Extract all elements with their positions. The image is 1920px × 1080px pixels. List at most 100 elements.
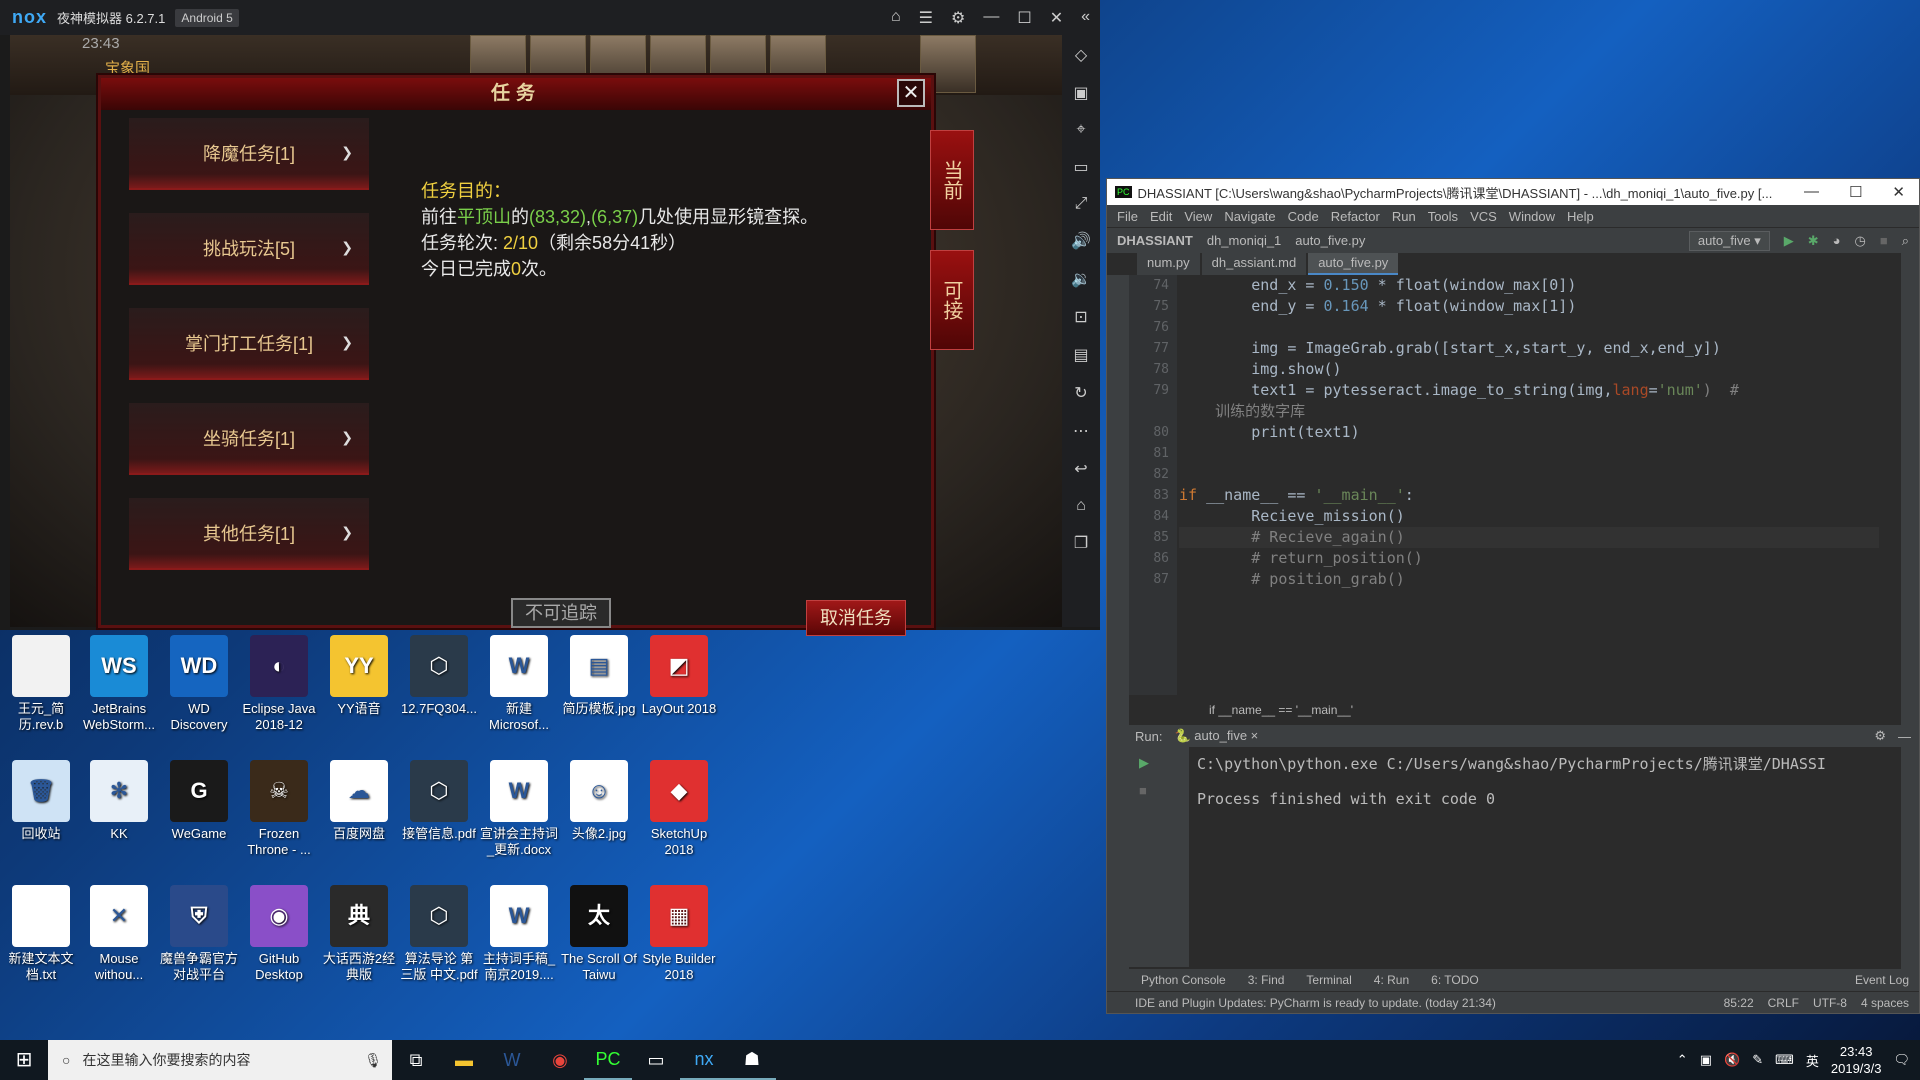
current-tasks-tab[interactable]: 当前 <box>930 130 974 230</box>
stop-run-icon[interactable]: ■ <box>1129 779 1189 802</box>
apk-icon[interactable]: ▤ <box>1073 345 1088 365</box>
status-message[interactable]: IDE and Plugin Updates: PyCharm is ready… <box>1135 996 1496 1010</box>
network-icon[interactable]: ▣ <box>1700 1052 1712 1068</box>
desktop-icon[interactable]: ☁ 百度网盘 <box>320 760 398 842</box>
desktop-icon[interactable]: ▤ 简历模板.jpg <box>560 635 638 717</box>
file-explorer-icon[interactable]: ▬ <box>440 1040 488 1080</box>
tab-sect-work[interactable]: 掌门打工任务[1] ❯ <box>129 308 369 380</box>
game-taskbar-icon[interactable]: ☗ <box>728 1040 776 1080</box>
desktop-icon[interactable]: ✕ Mouse withou... <box>80 885 158 983</box>
clock[interactable]: 23:43 2019/3/3 <box>1831 1043 1882 1077</box>
run-tab[interactable]: 🐍 auto_five × <box>1174 728 1258 744</box>
nav-folder[interactable]: dh_moniqi_1 <box>1207 233 1281 248</box>
game-screen[interactable]: 23:43 宝象国 任务 ✕ 降魔任务[1] ❯ 挑战玩法[5] ❯ 掌门打工任务[… <box>10 35 1062 636</box>
desktop-icon[interactable]: ◆ SketchUp 2018 <box>640 760 718 858</box>
folder-icon[interactable]: ▭ <box>632 1040 680 1080</box>
find-tab[interactable]: 3: Find <box>1248 973 1285 987</box>
back-icon[interactable]: ↩ <box>1074 459 1087 479</box>
event-log[interactable]: Event Log <box>1855 973 1919 987</box>
tab-dh-assiant-md[interactable]: dh_assiant.md <box>1201 253 1307 275</box>
menu-edit[interactable]: Edit <box>1150 209 1172 224</box>
nox-taskbar-icon[interactable]: nx <box>680 1040 728 1080</box>
tab-demon-task[interactable]: 降魔任务[1] ❯ <box>129 118 369 190</box>
menu-file[interactable]: File <box>1117 209 1138 224</box>
recent-apps-icon[interactable]: ❐ <box>1074 533 1088 553</box>
menu-icon[interactable]: ☰ <box>919 8 933 28</box>
more-icon[interactable]: ⋯ <box>1073 421 1089 441</box>
desktop-icon[interactable]: WD WD Discovery <box>160 635 238 733</box>
chevron-up-icon[interactable]: ⌃ <box>1677 1052 1688 1068</box>
rotate-icon[interactable]: ↻ <box>1074 383 1087 403</box>
keyboard-icon[interactable]: ◇ <box>1075 45 1087 65</box>
line-separator[interactable]: CRLF <box>1768 996 1799 1010</box>
task-view-icon[interactable]: ⧉ <box>392 1040 440 1080</box>
terminal-tab[interactable]: Terminal <box>1306 973 1351 987</box>
desktop-icon[interactable]: ☺ 头像2.jpg <box>560 760 638 842</box>
run-config-select[interactable]: auto_five ▾ <box>1688 230 1770 251</box>
multi-instance-icon[interactable]: ⌂ <box>891 8 901 28</box>
desktop-icon[interactable]: WS JetBrains WebStorm... <box>80 635 158 733</box>
run-tool-tab[interactable]: 4: Run <box>1374 973 1409 987</box>
ime-indicator[interactable]: 英 <box>1806 1051 1819 1070</box>
nav-project[interactable]: DHASSIANT <box>1117 233 1193 248</box>
desktop-icon[interactable]: 太 The Scroll Of Taiwu <box>560 885 638 983</box>
close-icon[interactable]: ✕ <box>1050 8 1063 28</box>
maximize-icon[interactable]: ☐ <box>1849 183 1862 201</box>
desktop-icon[interactable]: G WeGame <box>160 760 238 842</box>
menu-refactor[interactable]: Refactor <box>1331 209 1380 224</box>
keyboard-icon[interactable]: ⌨ <box>1775 1052 1794 1068</box>
profile-icon[interactable]: ◷ <box>1855 233 1866 249</box>
menu-tools[interactable]: Tools <box>1428 209 1458 224</box>
desktop-icon[interactable]: ◐ Eclipse Java 2018-12 <box>240 635 318 733</box>
menu-help[interactable]: Help <box>1567 209 1594 224</box>
screenshot-icon[interactable]: ▣ <box>1073 83 1088 103</box>
tab-num-py[interactable]: num.py <box>1137 253 1200 275</box>
word-icon[interactable]: W <box>488 1040 536 1080</box>
dialog-close-button[interactable]: ✕ <box>897 79 925 107</box>
pycharm-taskbar-icon[interactable]: PC <box>584 1040 632 1080</box>
hide-icon[interactable]: — <box>1898 729 1919 744</box>
caret-position[interactable]: 85:22 <box>1724 996 1754 1010</box>
collapse-icon[interactable]: « <box>1081 8 1090 28</box>
desktop-icon[interactable]: 🗑 回收站 <box>2 760 80 842</box>
menu-view[interactable]: View <box>1184 209 1212 224</box>
screen-icon[interactable]: ▭ <box>1073 157 1088 177</box>
volume-icon[interactable]: 🔇 <box>1724 1052 1740 1068</box>
available-tasks-tab[interactable]: 可接 <box>930 250 974 350</box>
search-box[interactable]: ○ 在这里输入你要搜索的内容 🎙 <box>48 1040 392 1080</box>
desktop-icon[interactable]: W 新建 Microsof... <box>480 635 558 733</box>
volume-down-icon[interactable]: 🔉 <box>1071 269 1091 289</box>
microphone-icon[interactable]: 🎙 <box>364 1052 392 1069</box>
desktop-icon[interactable]: YY YY语音 <box>320 635 398 717</box>
tab-challenge[interactable]: 挑战玩法[5] ❯ <box>129 213 369 285</box>
cancel-task-button[interactable]: 取消任务 <box>806 600 906 636</box>
desktop-icon[interactable]: 典大话西游2经典版 <box>320 885 398 983</box>
home-icon[interactable]: ⌂ <box>1076 497 1086 515</box>
rerun-icon[interactable]: ▶ <box>1129 747 1189 779</box>
volume-up-icon[interactable]: 🔊 <box>1071 231 1091 251</box>
todo-tab[interactable]: 6: TODO <box>1431 973 1479 987</box>
desktop-icon[interactable]: ◩ LayOut 2018 <box>640 635 718 717</box>
desktop-icon[interactable]: ▦ Style Builder 2018 <box>640 885 718 983</box>
stop-icon[interactable]: ■ <box>1880 233 1888 248</box>
desktop-icon[interactable]: ⬡ 12.7FQ304... <box>400 635 478 717</box>
nav-file[interactable]: auto_five.py <box>1295 233 1365 248</box>
desktop-icon[interactable]: 王元_简历.rev.b <box>2 635 80 733</box>
maximize-icon[interactable]: ☐ <box>1017 8 1031 28</box>
gear-icon[interactable]: ⚙ <box>1874 728 1886 744</box>
desktop-icon[interactable]: W 宣讲会主持词_更新.docx <box>480 760 558 858</box>
notification-icon[interactable]: 🗨 <box>1893 1052 1910 1068</box>
minimize-icon[interactable]: — <box>1804 183 1819 201</box>
menu-window[interactable]: Window <box>1509 209 1555 224</box>
desktop-icon[interactable]: ◉ GitHub Desktop <box>240 885 318 983</box>
desktop-icon[interactable]: ⛨ 魔兽争霸官方对战平台 <box>160 885 238 983</box>
run-icon[interactable]: ▶ <box>1784 233 1794 249</box>
minimize-icon[interactable]: — <box>983 8 999 28</box>
code-editor[interactable]: end_x = 0.150 * float(window_max[0]) end… <box>1179 275 1879 695</box>
tab-mount-task[interactable]: 坐骑任务[1] ❯ <box>129 403 369 475</box>
pen-icon[interactable]: ✎ <box>1752 1052 1763 1068</box>
location-icon[interactable]: ⌖ <box>1076 121 1085 139</box>
debug-icon[interactable]: ✱ <box>1808 233 1819 249</box>
windows-start-icon[interactable]: ⊞ <box>0 1040 48 1080</box>
run-console[interactable]: C:\python\python.exe C:/Users/wang&shao/… <box>1197 747 1917 967</box>
